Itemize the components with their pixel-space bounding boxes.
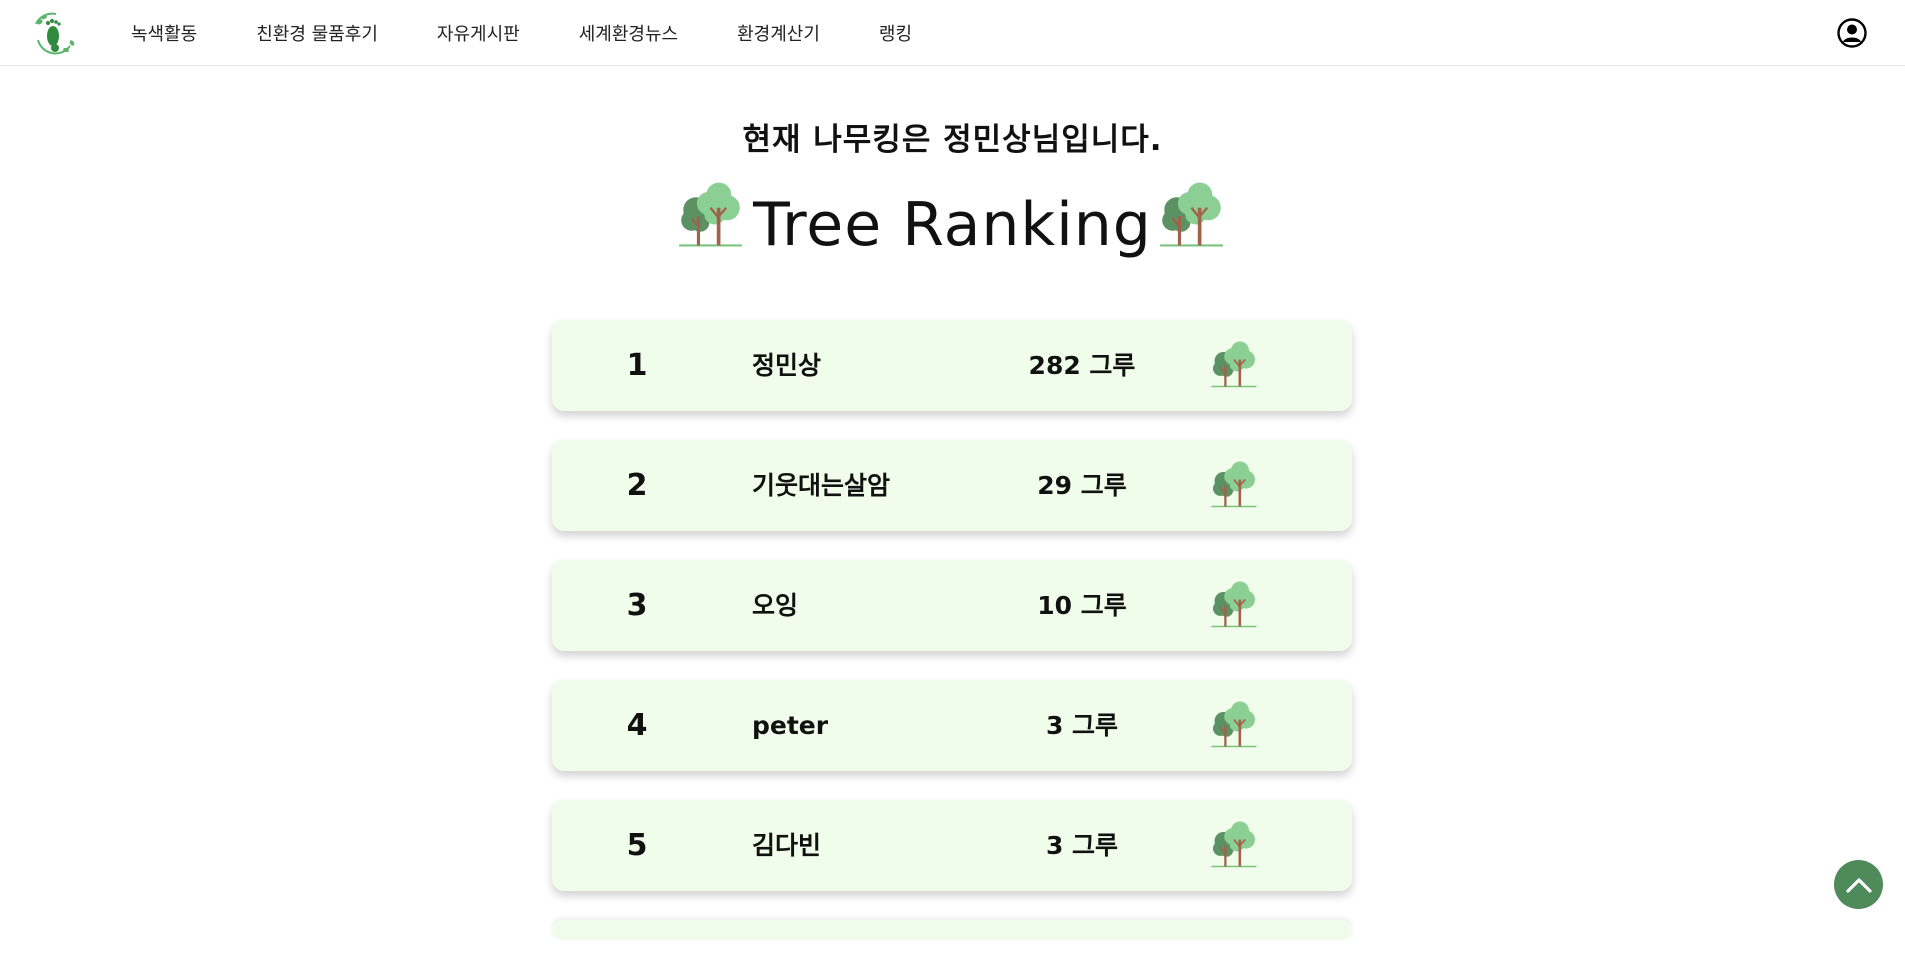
ranking-row: 5 김다빈 3 그루 <box>552 800 1352 891</box>
tree-icon <box>1158 179 1225 249</box>
rank-number: 4 <box>626 708 648 743</box>
tree-count: 29 그루 <box>1037 471 1127 500</box>
tree-count: 10 그루 <box>1037 591 1127 620</box>
user-circle-icon[interactable] <box>1837 18 1867 48</box>
rank-number: 2 <box>626 468 648 503</box>
ranking-row: 2 기웃대는살암 29 그루 <box>552 440 1352 531</box>
nav-world-env-news[interactable]: 세계환경뉴스 <box>579 20 678 46</box>
nav-env-calculator[interactable]: 환경계산기 <box>737 20 820 46</box>
page-title: Tree Ranking <box>753 190 1152 260</box>
tree-icon <box>1210 460 1258 508</box>
rank-number: 5 <box>626 828 648 863</box>
tree-count: 3 그루 <box>1045 711 1119 740</box>
footprint-leaf-logo[interactable] <box>30 10 78 56</box>
ranking-list: 1 정민상 282 그루 2 기웃대는살암 29 그루 3 오잉 10 그루 4… <box>552 320 1352 969</box>
ranking-row-cut-off <box>552 920 1352 940</box>
nav-green-activity[interactable]: 녹색활동 <box>131 20 197 46</box>
rank-number: 1 <box>626 348 648 383</box>
user-name: 김다빈 <box>752 831 822 860</box>
tree-icon <box>1210 700 1258 748</box>
chevron-up-icon <box>1845 877 1872 893</box>
main-menu: 녹색활동 친환경 물품후기 자유게시판 세계환경뉴스 환경계산기 랭킹 <box>131 0 971 66</box>
nav-free-board[interactable]: 자유게시판 <box>437 20 520 46</box>
scroll-to-top-button[interactable] <box>1834 860 1883 909</box>
tree-icon <box>1210 820 1258 868</box>
tree-icon <box>1210 580 1258 628</box>
tree-count: 282 그루 <box>1028 351 1136 380</box>
tree-count: 3 그루 <box>1045 831 1119 860</box>
rank-number: 3 <box>626 588 648 623</box>
nav-eco-product-review[interactable]: 친환경 물품후기 <box>256 20 378 46</box>
nav-ranking[interactable]: 랭킹 <box>879 20 912 46</box>
user-name: 정민상 <box>752 351 822 380</box>
ranking-row: 4 peter 3 그루 <box>552 680 1352 771</box>
ranking-heading: Tree Ranking <box>0 176 1905 266</box>
top-navigation: 녹색활동 친환경 물품후기 자유게시판 세계환경뉴스 환경계산기 랭킹 <box>0 0 1905 66</box>
tree-icon <box>1210 340 1258 388</box>
tree-king-announcement: 현재 나무킹은 정민상님입니다. <box>742 122 1163 158</box>
ranking-row: 3 오잉 10 그루 <box>552 560 1352 651</box>
user-name: peter <box>752 711 829 740</box>
ranking-row: 1 정민상 282 그루 <box>552 320 1352 411</box>
user-name: 기웃대는살암 <box>752 471 891 500</box>
user-name: 오잉 <box>752 591 799 620</box>
